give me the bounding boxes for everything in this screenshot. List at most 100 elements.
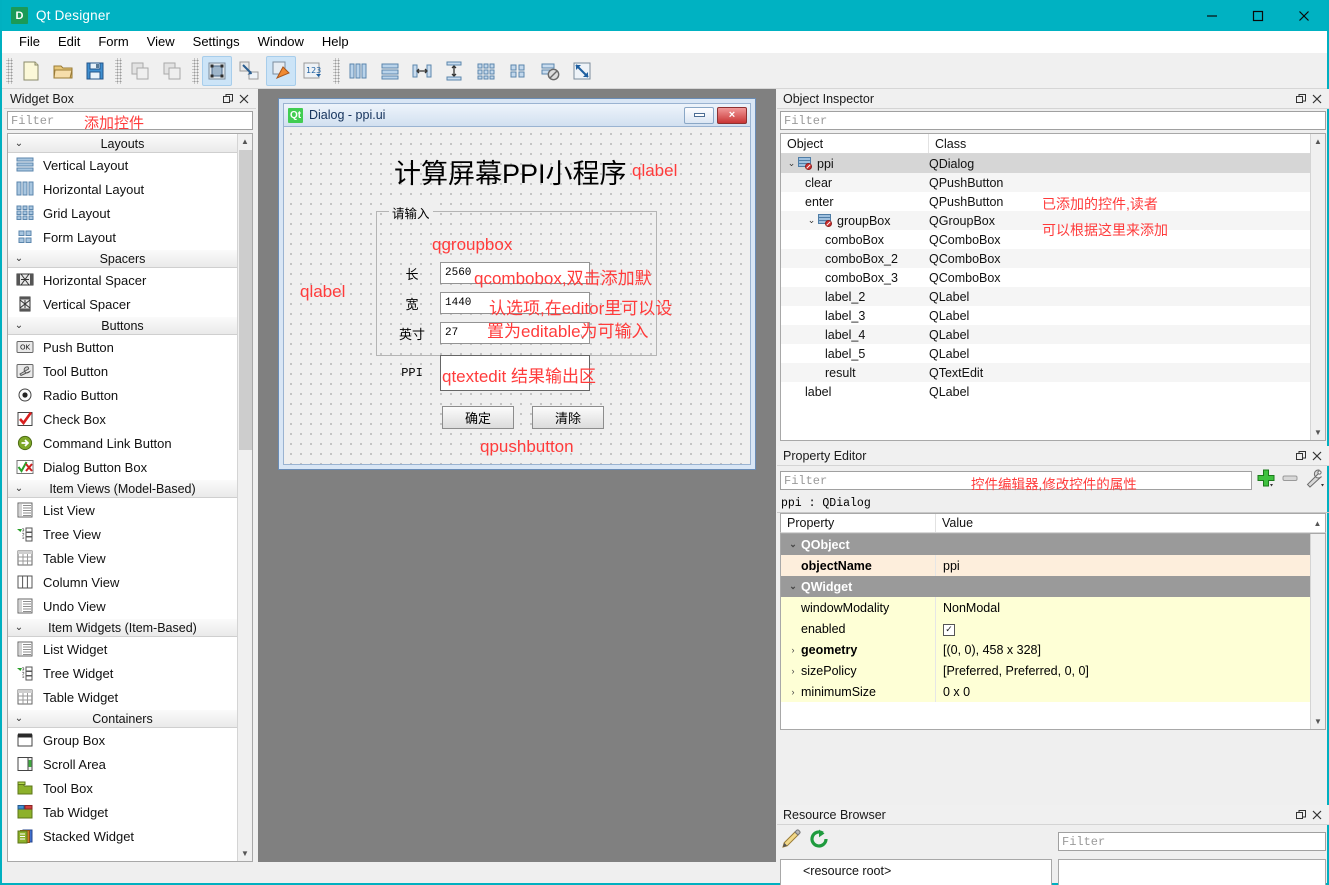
chevron-right-icon[interactable]: › [785,666,801,676]
scrollbar-thumb[interactable] [238,150,252,450]
widget-item-stacked-widget[interactable]: Stacked Widget [8,824,237,848]
object-tree-row[interactable]: result QTextEdit [781,363,1310,382]
widget-item-form-layout[interactable]: Form Layout [8,225,237,249]
widget-item-radio-button[interactable]: Radio Button [8,383,237,407]
widget-category-header[interactable]: ⌄ Buttons [8,316,237,335]
widget-category-header[interactable]: ⌄ Layouts [8,134,237,153]
clear-button[interactable]: 清除 [532,406,604,429]
widget-item-scroll-area[interactable]: Scroll Area [8,752,237,776]
property-value-checkbox[interactable]: ✓ [936,621,1310,636]
widget-category-header[interactable]: ⌄ Containers [8,709,237,728]
close-icon[interactable] [237,92,251,106]
edit-resources-icon[interactable] [780,828,802,855]
layout-horizontally-button[interactable] [343,56,373,86]
layout-vertically-button[interactable] [375,56,405,86]
widget-item-vertical-layout[interactable]: Vertical Layout [8,153,237,177]
property-row[interactable]: › sizePolicy [Preferred, Preferred, 0, 0] [781,660,1310,681]
widget-category-header[interactable]: ⌄ Item Widgets (Item-Based) [8,618,237,637]
toolbar-grip-2[interactable] [115,57,122,84]
property-group-row[interactable]: ⌄ QObject [781,534,1310,555]
float-icon[interactable] [1294,808,1308,822]
minimize-button[interactable] [1189,0,1235,31]
form-close-button[interactable]: × [717,106,747,124]
confirm-button[interactable]: 确定 [442,406,514,429]
object-tree-scrollbar[interactable]: ▲ ▼ [1310,134,1325,440]
widget-category-header[interactable]: ⌄ Spacers [8,249,237,268]
edit-widgets-button[interactable] [202,55,232,86]
widget-item-group-box[interactable]: Group Box [8,728,237,752]
property-row[interactable]: enabled ✓ [781,618,1310,639]
menu-help[interactable]: Help [313,32,358,52]
resource-preview-pane[interactable] [1058,859,1326,885]
widget-item-table-widget[interactable]: Table Widget [8,685,237,709]
widget-item-tool-box[interactable]: Tool Box [8,776,237,800]
edit-signals-slots-button[interactable] [234,56,264,86]
scroll-down-icon[interactable]: ▼ [1310,425,1325,440]
menu-view[interactable]: View [138,32,184,52]
widget-item-dialog-button-box[interactable]: Dialog Button Box [8,455,237,479]
widget-item-check-box[interactable]: Check Box [8,407,237,431]
widget-item-grid-layout[interactable]: Grid Layout [8,201,237,225]
property-value-label[interactable]: ppi [936,559,1310,573]
edit-tab-order-button[interactable]: 123 [298,56,328,86]
adjust-size-button[interactable] [567,56,597,86]
close-icon[interactable] [1310,92,1324,106]
chevron-down-icon[interactable]: ⌄ [785,581,801,592]
object-tree-row[interactable]: comboBox_3 QComboBox [781,268,1310,287]
toolbar-grip-4[interactable] [333,57,340,84]
toolbar-grip[interactable] [6,57,13,84]
property-value-label[interactable]: NonModal [936,601,1310,615]
redo-button[interactable] [157,56,187,86]
property-row[interactable]: › minimumSize 0 x 0 [781,681,1310,702]
widget-item-command-link-button[interactable]: Command Link Button [8,431,237,455]
property-row[interactable]: windowModality NonModal [781,597,1310,618]
widget-item-undo-view[interactable]: Undo View [8,594,237,618]
widget-item-column-view[interactable]: Column View [8,570,237,594]
property-group-row[interactable]: ⌄ QWidget [781,576,1310,597]
widget-item-list-view[interactable]: List View [8,498,237,522]
property-value-label[interactable]: [Preferred, Preferred, 0, 0] [936,664,1310,678]
float-icon[interactable] [1294,449,1308,463]
close-icon[interactable] [1310,808,1324,822]
object-tree-row[interactable]: label_4 QLabel [781,325,1310,344]
form-minimize-button[interactable] [684,106,714,124]
chevron-right-icon[interactable]: › [785,645,801,655]
widget-item-tree-view[interactable]: Tree View [8,522,237,546]
widget-item-tree-widget[interactable]: Tree Widget [8,661,237,685]
edit-buddies-button[interactable] [266,55,296,86]
widget-item-horizontal-spacer[interactable]: Horizontal Spacer [8,268,237,292]
float-icon[interactable] [1294,92,1308,106]
chevron-right-icon[interactable]: › [785,687,801,697]
property-value-label[interactable]: 0 x 0 [936,685,1310,699]
widget-item-table-view[interactable]: Table View [8,546,237,570]
widget-item-list-widget[interactable]: List Widget [8,637,237,661]
object-tree-row[interactable]: clear QPushButton [781,173,1310,192]
close-icon[interactable] [1310,449,1324,463]
undo-button[interactable] [125,56,155,86]
new-form-button[interactable] [16,56,46,86]
object-tree-row[interactable]: label_3 QLabel [781,306,1310,325]
object-tree-row[interactable]: label_5 QLabel [781,344,1310,363]
configure-icon[interactable] [1304,468,1326,493]
scroll-down-icon[interactable]: ▼ [237,846,252,861]
object-tree-row[interactable]: comboBox_2 QComboBox [781,249,1310,268]
checkbox-checked-icon[interactable]: ✓ [943,623,955,636]
column-object[interactable]: Object [781,134,929,153]
save-form-button[interactable] [80,56,110,86]
property-row[interactable]: objectName ppi [781,555,1310,576]
float-icon[interactable] [221,92,235,106]
object-tree-row[interactable]: label_2 QLabel [781,287,1310,306]
break-layout-button[interactable] [535,56,565,86]
layout-in-form-button[interactable] [503,56,533,86]
close-button[interactable] [1281,0,1327,31]
scroll-up-icon[interactable]: ▲ [1310,514,1325,532]
layout-in-grid-button[interactable] [471,56,501,86]
resource-tree[interactable]: <resource root> [780,859,1052,885]
toolbar-grip-3[interactable] [192,57,199,84]
reload-icon[interactable] [808,828,830,855]
layout-in-splitter-vertical-button[interactable] [439,56,469,86]
widget-item-push-button[interactable]: OK Push Button [8,335,237,359]
scroll-down-icon[interactable]: ▼ [1310,714,1325,729]
open-form-button[interactable] [48,56,78,86]
column-class[interactable]: Class [929,134,1310,153]
